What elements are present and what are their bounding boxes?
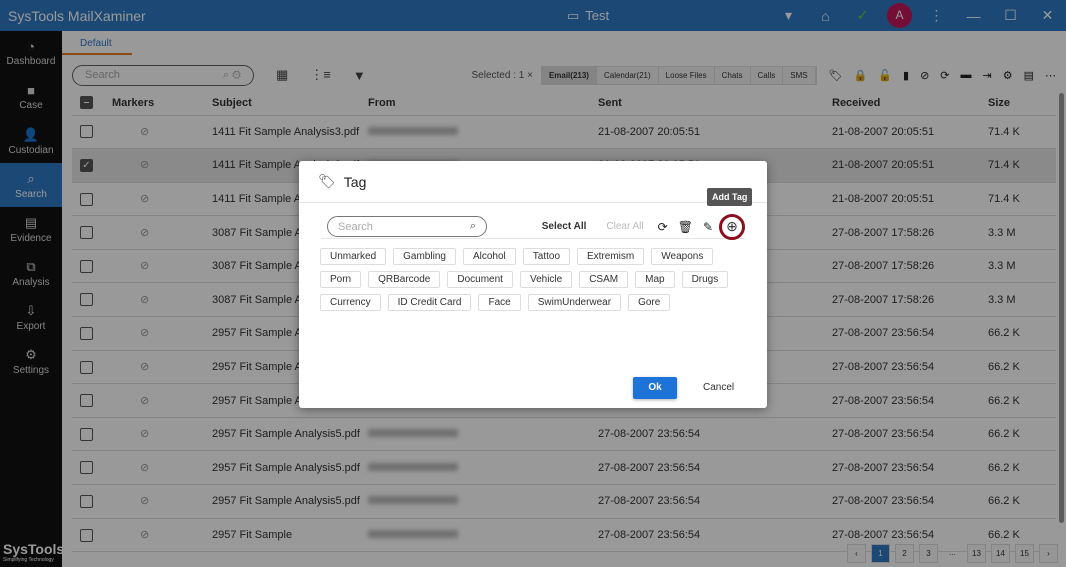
tag-chip[interactable]: Face <box>478 294 521 311</box>
tag-chip[interactable]: Gambling <box>393 248 456 265</box>
tag-chip[interactable]: Extremism <box>577 248 645 265</box>
tag-search-placeholder: Search <box>338 220 373 233</box>
tags-icon: 🏷 <box>318 173 336 189</box>
tag-chip[interactable]: Weapons <box>651 248 714 265</box>
tag-list: Unmarked Gambling Alcohol Tattoo Extremism We… <box>320 248 747 311</box>
tag-chip[interactable]: Gore <box>628 294 671 311</box>
tag-chip[interactable]: CSAM <box>579 271 629 288</box>
tag-dialog: 🏷 Tag Add Tag Search ⌕ Select All Clear Al… <box>299 161 767 408</box>
trash-icon[interactable]: 🗑 <box>678 220 693 234</box>
ok-button[interactable]: Ok <box>633 377 677 399</box>
tag-chip[interactable]: Unmarked <box>320 248 387 265</box>
select-all-button[interactable]: Select All <box>542 221 587 232</box>
add-tag-button[interactable]: ⊕ <box>719 213 745 240</box>
search-icon: ⌕ <box>469 220 476 232</box>
tag-chip[interactable]: Document <box>447 271 513 288</box>
refresh-icon[interactable]: ⟳ <box>658 220 668 234</box>
tag-search-input[interactable]: Search ⌕ <box>327 216 487 237</box>
plus-circle-icon: ⊕ <box>726 217 738 234</box>
tag-chip[interactable]: Porn <box>320 271 362 288</box>
tag-chip[interactable]: Alcohol <box>462 248 516 265</box>
tag-chip[interactable]: Map <box>635 271 675 288</box>
tag-chip[interactable]: ID Credit Card <box>387 294 472 311</box>
tag-chip[interactable]: Tattoo <box>522 248 571 265</box>
add-tag-tooltip: Add Tag <box>707 188 753 206</box>
clear-all-button[interactable]: Clear All <box>606 221 643 232</box>
tag-chip[interactable]: Vehicle <box>519 271 573 288</box>
dialog-title: Tag <box>343 173 367 190</box>
edit-icon[interactable]: ✎ <box>703 220 713 234</box>
tag-chip[interactable]: QRBarcode <box>368 271 441 288</box>
cancel-button[interactable]: Cancel <box>703 382 734 393</box>
tag-chip[interactable]: Currency <box>320 294 381 311</box>
tag-chip[interactable]: Drugs <box>681 271 729 288</box>
tag-chip[interactable]: SwimUnderwear <box>527 294 622 311</box>
